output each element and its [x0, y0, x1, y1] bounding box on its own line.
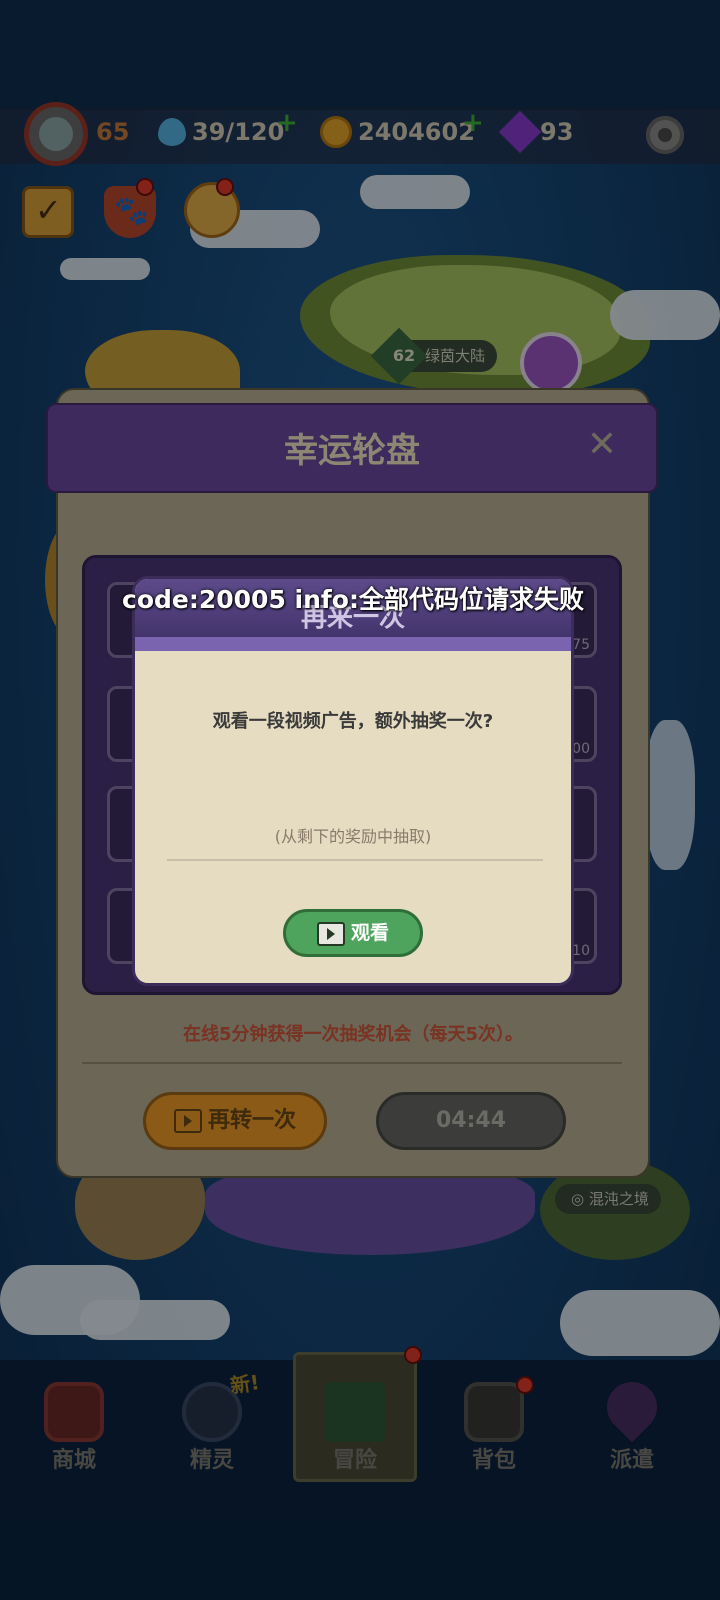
prize-amount: 75 [572, 637, 590, 653]
wheel-rule-text: 在线5分钟获得一次抽奖机会（每天5次）。 [182, 1024, 524, 1045]
countdown-button[interactable]: 04:44 [376, 1092, 566, 1150]
dialog-divider [167, 859, 543, 861]
spin-again-button[interactable]: 再转一次 [143, 1092, 327, 1150]
prize-amount: 10 [572, 943, 590, 959]
video-icon [173, 1109, 202, 1133]
error-toast: code:20005 info:全部代码位请求失败 [122, 585, 584, 614]
spin-again-label: 再转一次 [207, 1108, 296, 1133]
close-icon[interactable]: ✕ [582, 425, 622, 465]
watch-ad-dialog: 再来一次 观看一段视频广告，额外抽奖一次? (从剩下的奖励中抽取) 观看 [132, 576, 574, 986]
prize-amount: 00 [572, 741, 590, 757]
watch-ad-label: 观看 [350, 922, 389, 944]
dialog-message: 观看一段视频广告，额外抽奖一次? [212, 711, 494, 732]
lucky-wheel-title: 幸运轮盘 [284, 431, 420, 471]
dialog-subtext: (从剩下的奖励中抽取) [274, 827, 432, 846]
watch-ad-button[interactable]: 观看 [283, 909, 423, 957]
countdown-timer: 04:44 [435, 1108, 507, 1133]
divider [82, 1062, 622, 1064]
video-icon [316, 921, 345, 946]
dialog-header-strip [135, 637, 571, 651]
